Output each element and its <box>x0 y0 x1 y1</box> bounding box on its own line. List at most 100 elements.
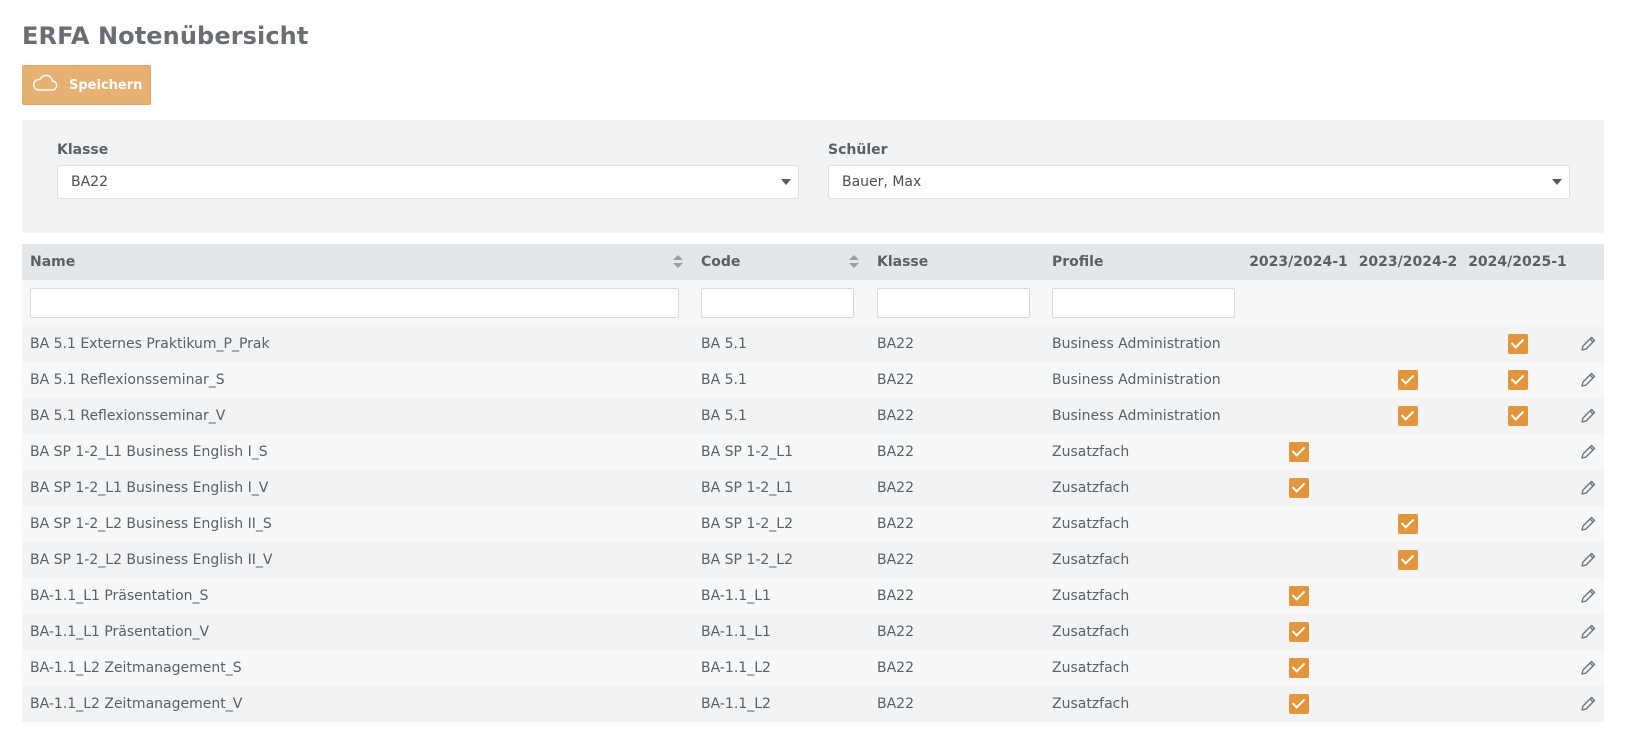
column-filter-row <box>22 280 1604 326</box>
row-edit-cell[interactable] <box>1572 326 1604 362</box>
row-sem2-cell[interactable] <box>1353 362 1463 398</box>
row-sem2-cell[interactable] <box>1353 542 1463 578</box>
row-profile: Zusatzfach <box>1044 650 1244 686</box>
row-klasse: BA22 <box>869 578 1044 614</box>
pencil-icon[interactable] <box>1579 443 1597 461</box>
pencil-icon[interactable] <box>1579 479 1597 497</box>
row-sem3-cell[interactable] <box>1463 326 1572 362</box>
row-code: BA-1.1_L1 <box>693 614 869 650</box>
chevron-down-icon <box>781 179 791 185</box>
checkbox-checked-icon[interactable] <box>1398 406 1418 426</box>
row-edit-cell[interactable] <box>1572 470 1604 506</box>
column-header-klasse: Klasse <box>869 244 1044 280</box>
checkbox-checked-icon[interactable] <box>1507 334 1528 354</box>
table-header-row: Name Code Klasse Profile 2023/2024-1 202… <box>22 244 1604 280</box>
row-sem2-cell <box>1353 434 1463 470</box>
row-profile: Business Administration <box>1044 398 1244 434</box>
row-sem1-cell[interactable] <box>1244 614 1353 650</box>
row-klasse: BA22 <box>869 434 1044 470</box>
row-sem3-cell[interactable] <box>1463 362 1572 398</box>
klasse-filter-input[interactable] <box>877 288 1030 318</box>
row-code: BA 5.1 <box>693 362 869 398</box>
pencil-icon[interactable] <box>1579 695 1597 713</box>
row-name: BA-1.1_L2 Zeitmanagement_V <box>22 686 693 722</box>
row-edit-cell[interactable] <box>1572 506 1604 542</box>
row-klasse: BA22 <box>869 686 1044 722</box>
row-sem1-cell[interactable] <box>1244 434 1353 470</box>
code-filter-input[interactable] <box>701 288 854 318</box>
row-code: BA SP 1-2_L1 <box>693 470 869 506</box>
table-row: BA 5.1 Reflexionsseminar_S BA 5.1 BA22 Busi… <box>22 362 1604 398</box>
save-button[interactable]: Speichern <box>22 65 151 105</box>
checkbox-checked-icon[interactable] <box>1398 370 1418 390</box>
row-sem1-cell <box>1244 398 1353 434</box>
row-sem2-cell[interactable] <box>1353 506 1463 542</box>
row-klasse: BA22 <box>869 398 1044 434</box>
row-name: BA 5.1 Reflexionsseminar_S <box>22 362 693 398</box>
table-row: BA-1.1_L2 Zeitmanagement_V BA-1.1_L2 BA22 Z… <box>22 686 1604 722</box>
row-sem1-cell[interactable] <box>1244 470 1353 506</box>
pencil-icon[interactable] <box>1579 335 1597 353</box>
row-sem2-cell <box>1353 470 1463 506</box>
row-sem1-cell[interactable] <box>1244 650 1353 686</box>
pencil-icon[interactable] <box>1579 551 1597 569</box>
row-name: BA-1.1_L1 Präsentation_V <box>22 614 693 650</box>
column-header-code[interactable]: Code <box>693 244 869 280</box>
row-edit-cell[interactable] <box>1572 686 1604 722</box>
row-sem3-cell <box>1463 542 1572 578</box>
checkbox-checked-icon[interactable] <box>1288 586 1309 606</box>
row-edit-cell[interactable] <box>1572 362 1604 398</box>
row-sem3-cell <box>1463 614 1572 650</box>
row-edit-cell[interactable] <box>1572 398 1604 434</box>
checkbox-checked-icon[interactable] <box>1507 370 1528 390</box>
checkbox-checked-icon[interactable] <box>1288 694 1309 714</box>
row-edit-cell[interactable] <box>1572 650 1604 686</box>
row-sem1-cell <box>1244 506 1353 542</box>
row-sem2-cell <box>1353 686 1463 722</box>
row-edit-cell[interactable] <box>1572 578 1604 614</box>
row-sem3-cell[interactable] <box>1463 398 1572 434</box>
row-sem1-cell <box>1244 326 1353 362</box>
row-profile: Zusatzfach <box>1044 506 1244 542</box>
checkbox-checked-icon[interactable] <box>1288 478 1309 498</box>
row-sem2-cell <box>1353 578 1463 614</box>
column-header-name[interactable]: Name <box>22 244 693 280</box>
row-name: BA 5.1 Externes Praktikum_P_Prak <box>22 326 693 362</box>
checkbox-checked-icon[interactable] <box>1398 514 1418 534</box>
checkbox-checked-icon[interactable] <box>1288 442 1309 462</box>
row-klasse: BA22 <box>869 326 1044 362</box>
save-button-label: Speichern <box>69 77 143 93</box>
column-header-profile: Profile <box>1044 244 1244 280</box>
name-filter-input[interactable] <box>30 288 679 318</box>
row-sem1-cell[interactable] <box>1244 578 1353 614</box>
checkbox-checked-icon[interactable] <box>1507 406 1528 426</box>
klasse-select[interactable]: BA22 <box>57 165 799 199</box>
pencil-icon[interactable] <box>1579 659 1597 677</box>
sort-icon[interactable] <box>673 255 683 269</box>
row-sem3-cell <box>1463 470 1572 506</box>
pencil-icon[interactable] <box>1579 371 1597 389</box>
table-row: BA-1.1_L1 Präsentation_V BA-1.1_L1 BA22 Zus… <box>22 614 1604 650</box>
schueler-select-value: Bauer, Max <box>842 174 922 190</box>
row-edit-cell[interactable] <box>1572 542 1604 578</box>
pencil-icon[interactable] <box>1579 623 1597 641</box>
pencil-icon[interactable] <box>1579 587 1597 605</box>
row-sem3-cell <box>1463 506 1572 542</box>
row-sem2-cell <box>1353 614 1463 650</box>
row-klasse: BA22 <box>869 650 1044 686</box>
row-sem2-cell[interactable] <box>1353 398 1463 434</box>
row-sem1-cell[interactable] <box>1244 686 1353 722</box>
schueler-select[interactable]: Bauer, Max <box>828 165 1570 199</box>
row-name: BA SP 1-2_L1 Business English I_S <box>22 434 693 470</box>
checkbox-checked-icon[interactable] <box>1288 658 1309 678</box>
pencil-icon[interactable] <box>1579 515 1597 533</box>
column-header-sem1: 2023/2024-1 <box>1244 244 1353 280</box>
row-klasse: BA22 <box>869 506 1044 542</box>
checkbox-checked-icon[interactable] <box>1288 622 1309 642</box>
pencil-icon[interactable] <box>1579 407 1597 425</box>
profile-filter-input[interactable] <box>1052 288 1235 318</box>
sort-icon[interactable] <box>849 255 859 269</box>
row-edit-cell[interactable] <box>1572 434 1604 470</box>
checkbox-checked-icon[interactable] <box>1398 550 1418 570</box>
row-edit-cell[interactable] <box>1572 614 1604 650</box>
